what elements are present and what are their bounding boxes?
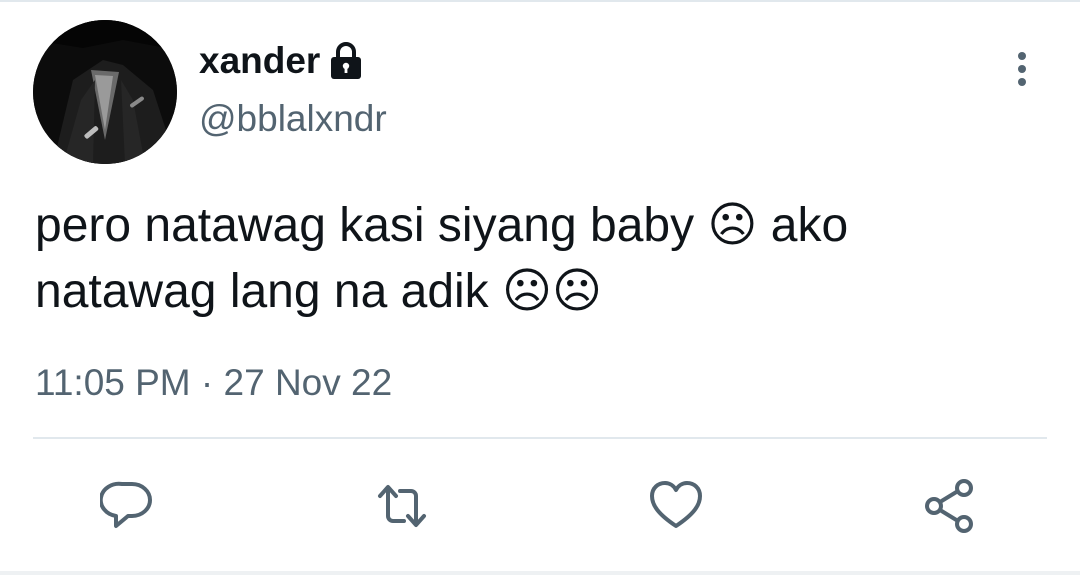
avatar[interactable] [33,20,177,164]
user-handle[interactable]: @bblalxndr [199,98,387,140]
display-name[interactable]: xander [199,40,320,82]
tweet-timestamp[interactable]: 11:05 PM · 27 Nov 22 [35,362,392,404]
share-button[interactable] [922,478,978,534]
like-button[interactable] [648,478,704,534]
avatar-image [33,20,177,164]
reply-icon [100,481,152,528]
retweet-icon [378,485,426,527]
lock-icon [328,41,364,81]
tweet-text: pero natawag kasi siyang baby ☹ ako nata… [35,199,862,318]
top-divider [0,0,1080,2]
bottom-divider [0,571,1080,575]
actions-divider [33,437,1047,439]
retweet-button[interactable] [374,478,430,534]
reply-button[interactable] [100,478,156,534]
display-name-row: xander [199,38,364,84]
share-icon [925,479,973,533]
more-vertical-icon[interactable] [1004,50,1040,90]
heart-icon [650,481,702,528]
